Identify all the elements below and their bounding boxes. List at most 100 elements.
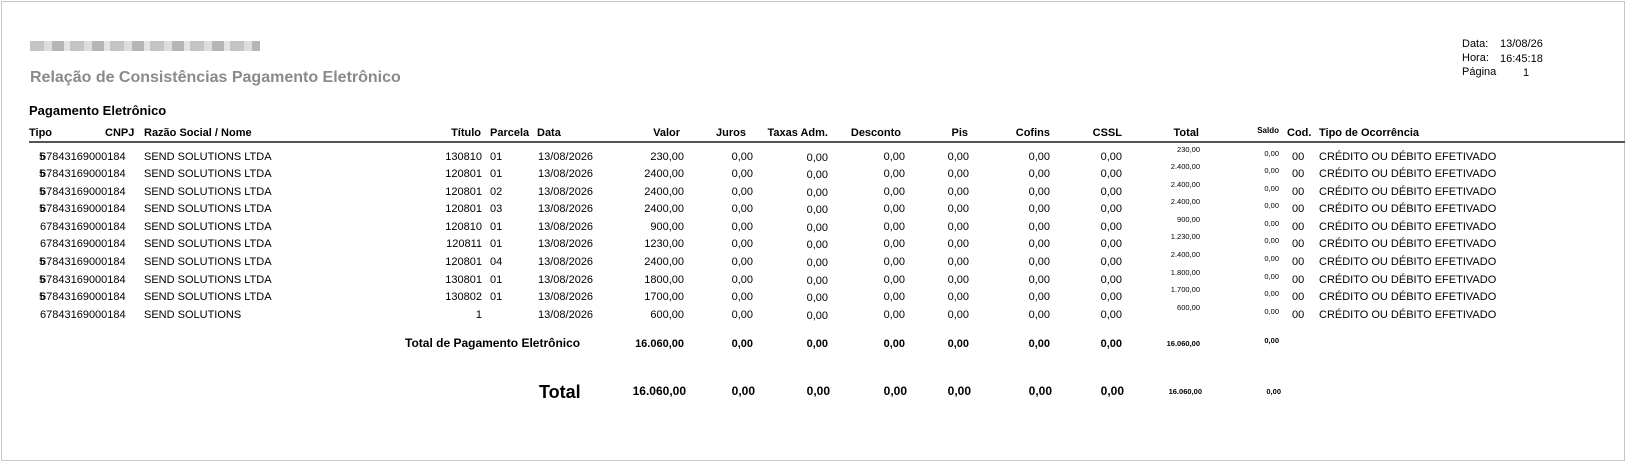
- grand-total-cssl: 0,00: [1100, 384, 1124, 398]
- cell-desconto: 0,00: [883, 309, 905, 321]
- column-header-parcela: Parcela: [490, 127, 530, 139]
- grand-total-saldo: 0,00: [1266, 387, 1281, 396]
- cell-saldo: 0,00: [1264, 254, 1279, 263]
- cell-cssl: 0,00: [1100, 309, 1122, 321]
- cell-saldo: 0,00: [1264, 272, 1279, 281]
- date-value: 13/08/26: [1500, 38, 1543, 50]
- section-total-cofins: 0,00: [1028, 338, 1050, 350]
- cell-titulo: 130802: [445, 291, 482, 303]
- grand-total-cofins: 0,00: [1028, 384, 1052, 398]
- cell-parcela: 03: [490, 203, 503, 215]
- section-total-desconto: 0,00: [883, 338, 905, 350]
- cell-valor: 2400,00: [644, 203, 684, 215]
- grand-total-desconto: 0,00: [883, 384, 907, 398]
- cell-pis: 0,00: [947, 309, 969, 321]
- section-total-label: Total de Pagamento Eletrônico: [405, 336, 581, 350]
- cell-cssl: 0,00: [1100, 238, 1122, 250]
- cell-data: 13/08/2026: [538, 168, 594, 180]
- cell-juros: 0,00: [731, 168, 753, 180]
- grand-total-total: 16.060,00: [1168, 387, 1202, 396]
- cell-juros: 0,00: [731, 291, 753, 303]
- section-total-pis: 0,00: [947, 338, 969, 350]
- cell-cnpj: 67843169000184: [40, 291, 126, 303]
- column-header-cod: Cod.: [1287, 127, 1312, 139]
- page-number: 1: [1523, 67, 1530, 79]
- cell-data: 13/08/2026: [538, 203, 594, 215]
- cell-pis: 0,00: [947, 168, 969, 180]
- grand-total-juros: 0,00: [731, 384, 755, 398]
- cell-saldo: 0,00: [1264, 166, 1279, 175]
- table-row: 5 67843169000184 SEND SOLUTIONS LTDA 120801…: [0, 180, 1628, 199]
- table-row: 5 67843169000184 SEND SOLUTIONS LTDA 130810…: [0, 145, 1628, 164]
- cell-valor: 1230,00: [644, 238, 684, 250]
- cell-saldo: 0,00: [1264, 219, 1279, 228]
- cell-valor: 2400,00: [644, 256, 684, 268]
- column-header-data: Data: [537, 127, 561, 139]
- cell-total: 1.230,00: [1170, 232, 1200, 241]
- date-label: Data:: [1462, 38, 1489, 50]
- cell-pis: 0,00: [947, 238, 969, 250]
- grand-total-taxas: 0,00: [806, 384, 830, 398]
- column-header-titulo: Título: [451, 127, 481, 139]
- column-header-saldo: Saldo: [1257, 126, 1279, 135]
- grand-total-valor: 16.060,00: [632, 384, 686, 398]
- cell-razao: SEND SOLUTIONS: [144, 309, 242, 321]
- cell-cnpj: 67843169000184: [40, 168, 126, 180]
- cell-cnpj: 67843169000184: [40, 256, 126, 268]
- cell-titulo: 120811: [446, 238, 482, 250]
- cell-titulo: 1: [475, 309, 482, 321]
- cell-juros: 0,00: [731, 203, 753, 215]
- column-header-cnpj: CNPJ: [105, 127, 135, 139]
- cell-cnpj: 67843169000184: [40, 238, 126, 250]
- cell-parcela: 01: [490, 168, 503, 180]
- table-row: 5 67843169000184 SEND SOLUTIONS LTDA 120801…: [0, 250, 1628, 269]
- cell-cofins: 0,00: [1028, 168, 1050, 180]
- cell-parcela: 01: [490, 291, 503, 303]
- cell-total: 1.700,00: [1170, 285, 1200, 294]
- cell-cofins: 0,00: [1028, 309, 1050, 321]
- cell-ocorrencia: CRÉDITO OU DÉBITO EFETIVADO: [1319, 291, 1497, 303]
- cell-data: 13/08/2026: [538, 309, 594, 321]
- section-title: Pagamento Eletrônico: [29, 103, 167, 118]
- cell-desconto: 0,00: [883, 291, 905, 303]
- section-total-saldo: 0,00: [1264, 336, 1279, 345]
- cell-cod: 00: [1292, 256, 1305, 268]
- table-row: 5 67843169000184 SEND SOLUTIONS LTDA 130802…: [0, 285, 1628, 304]
- cell-data: 13/08/2026: [538, 238, 594, 250]
- cell-total: 600,00: [1177, 303, 1200, 312]
- cell-cod: 00: [1292, 309, 1305, 321]
- cell-juros: 0,00: [731, 238, 753, 250]
- cell-cnpj: 67843169000184: [40, 309, 126, 321]
- column-header-tipo: Tipo: [29, 127, 53, 139]
- cell-cofins: 0,00: [1028, 238, 1050, 250]
- header-divider: [29, 141, 1625, 143]
- table-row: 5 67843169000184 SEND SOLUTIONS LTDA 130801…: [0, 268, 1628, 287]
- table-row: 67843169000184 SEND SOLUTIONS LTDA 120810 0…: [0, 215, 1628, 234]
- cell-cofins: 0,00: [1028, 291, 1050, 303]
- table-row: 67843169000184 SEND SOLUTIONS LTDA 120811 0…: [0, 232, 1628, 251]
- time-label: Hora:: [1462, 52, 1489, 64]
- table-row: 67843169000184 SEND SOLUTIONS 1 13/08/2026 6…: [0, 303, 1628, 322]
- cell-juros: 0,00: [731, 256, 753, 268]
- cell-saldo: 0,00: [1264, 149, 1279, 158]
- cell-ocorrencia: CRÉDITO OU DÉBITO EFETIVADO: [1319, 309, 1497, 321]
- section-total-taxas: 0,00: [806, 338, 828, 350]
- cell-total: 2.400,00: [1170, 180, 1200, 189]
- cell-taxas: 0,00: [806, 310, 828, 322]
- cell-saldo: 0,00: [1264, 184, 1279, 193]
- cell-cssl: 0,00: [1100, 168, 1122, 180]
- cell-data: 13/08/2026: [538, 291, 594, 303]
- cell-total: 2.400,00: [1170, 197, 1200, 206]
- cell-cofins: 0,00: [1028, 256, 1050, 268]
- cell-valor: 1700,00: [644, 291, 684, 303]
- cell-saldo: 0,00: [1264, 289, 1279, 298]
- cell-ocorrencia: CRÉDITO OU DÉBITO EFETIVADO: [1319, 256, 1497, 268]
- cell-cofins: 0,00: [1028, 203, 1050, 215]
- cell-valor: 2400,00: [644, 168, 684, 180]
- table-row: 5 67843169000184 SEND SOLUTIONS LTDA 120801…: [0, 162, 1628, 181]
- time-value: 16:45:18: [1500, 53, 1543, 65]
- cell-total: 900,00: [1177, 215, 1200, 224]
- cell-titulo: 120801: [445, 168, 482, 180]
- cell-pis: 0,00: [947, 291, 969, 303]
- cell-cod: 00: [1292, 291, 1305, 303]
